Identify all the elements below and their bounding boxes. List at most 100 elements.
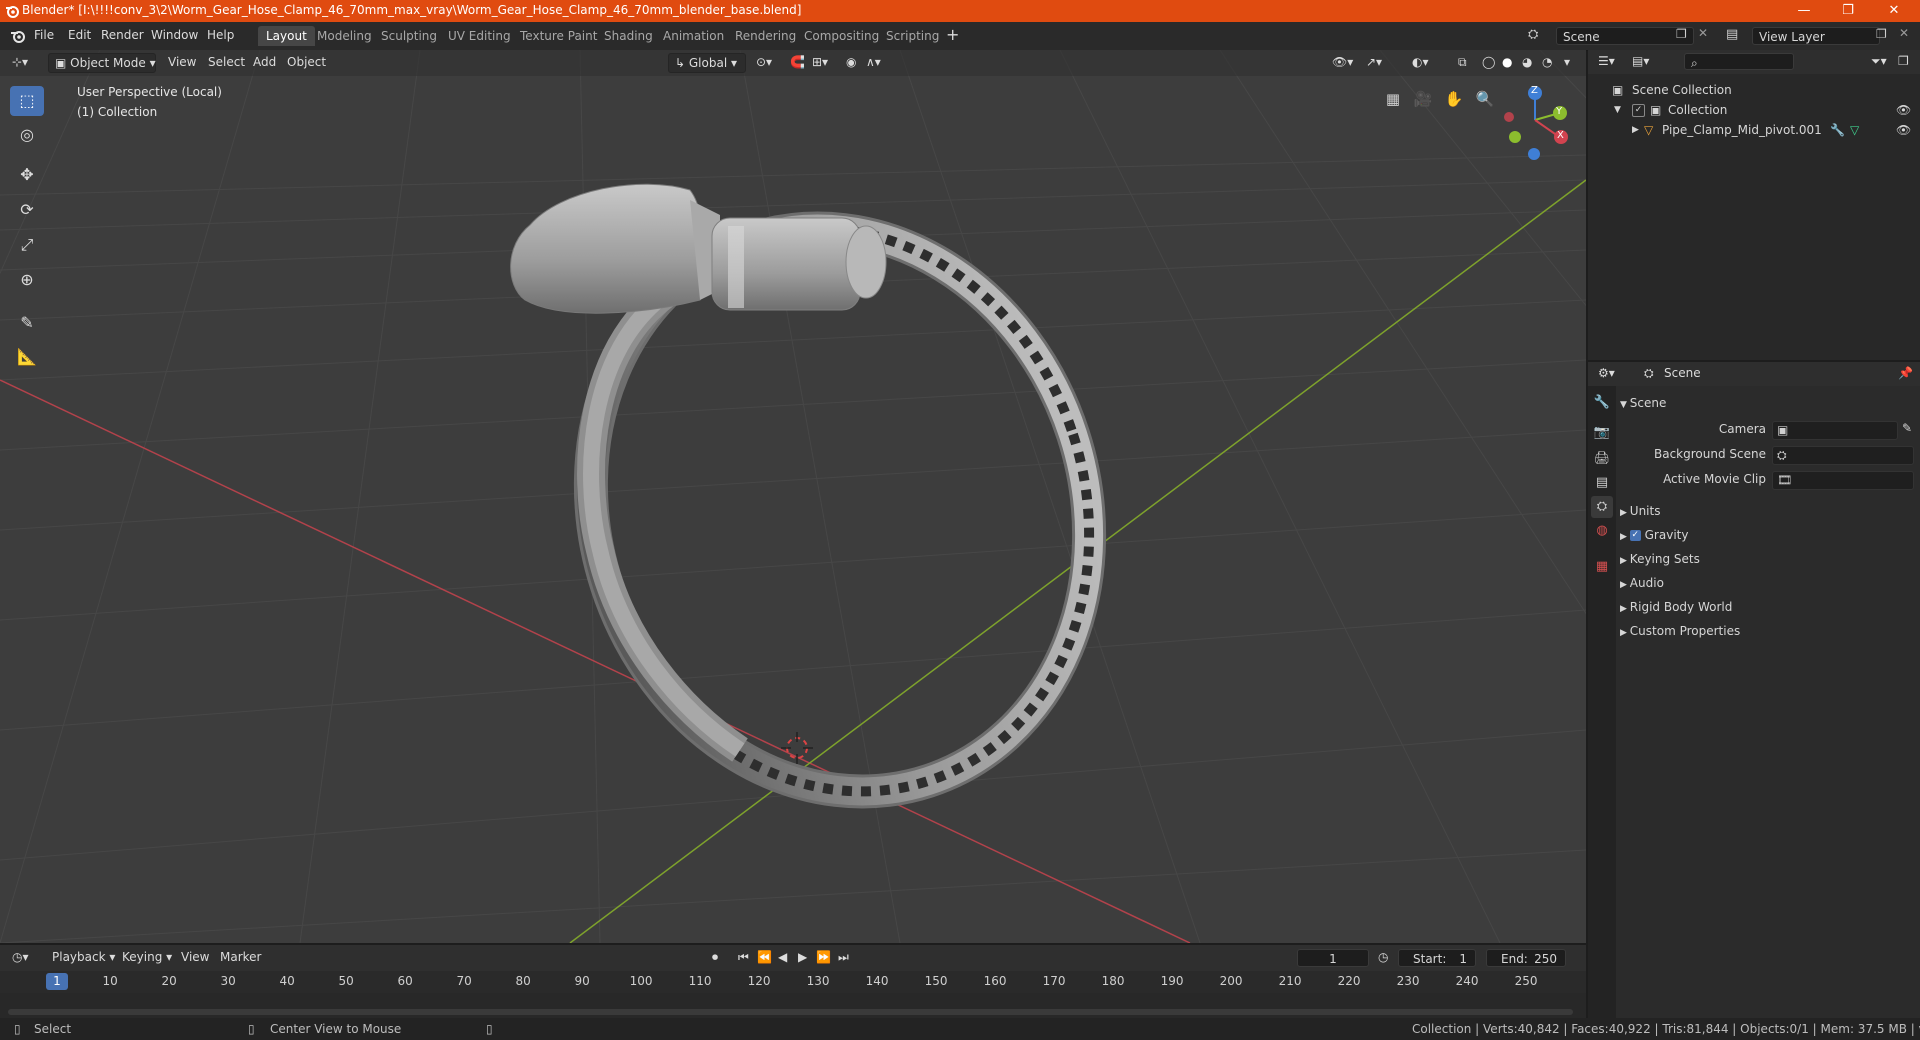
keying-sets-section[interactable]: ▶ Keying Sets bbox=[1620, 548, 1916, 570]
timeline-ruler[interactable]: 1 10 20 30 40 50 60 70 80 90 100 110 120 130 140 150 160… bbox=[0, 971, 1586, 993]
maximize-button[interactable]: ❐ bbox=[1826, 0, 1870, 22]
background-scene-field[interactable]: ⛭ bbox=[1772, 446, 1914, 465]
mesh-data-icon[interactable]: ▽ bbox=[1850, 120, 1859, 140]
scene-tab-icon[interactable]: ⛭ bbox=[1591, 496, 1613, 518]
proportional-edit-icon[interactable]: ◉ bbox=[846, 55, 856, 69]
output-tab-icon[interactable]: 🖨 bbox=[1591, 448, 1613, 470]
object-menu[interactable]: Object bbox=[287, 55, 326, 69]
collection-row[interactable]: ▼ ✓ ▣ Collection 👁 bbox=[1588, 100, 1920, 120]
filter-icon[interactable]: ⏷▾ bbox=[1871, 54, 1887, 69]
new-view-layer-icon[interactable]: ❐ bbox=[1876, 27, 1887, 41]
active-movie-clip-field[interactable]: 🎞 bbox=[1772, 471, 1914, 490]
tab-shading[interactable]: Shading bbox=[596, 26, 661, 46]
blender-menu-icon[interactable] bbox=[10, 28, 26, 44]
object-row[interactable]: ▶ ▽ Pipe_Clamp_Mid_pivot.001 🔧 ▽ 👁 bbox=[1588, 120, 1920, 140]
delete-scene-icon[interactable]: ✕ bbox=[1698, 26, 1708, 40]
object-visibility-icon[interactable]: 👁 bbox=[1896, 120, 1911, 140]
collection-checkbox[interactable]: ✓ bbox=[1632, 104, 1645, 117]
snap-target-icon[interactable]: ⊞▾ bbox=[812, 55, 828, 69]
camera-field[interactable]: ▣ bbox=[1772, 421, 1898, 440]
close-button[interactable]: ✕ bbox=[1872, 0, 1916, 22]
view-layer-tab-icon[interactable]: ▤ bbox=[1591, 472, 1613, 494]
pin-icon[interactable]: 📌 bbox=[1898, 366, 1913, 380]
toggle-grid-icon[interactable]: ▦ bbox=[1380, 86, 1406, 112]
tab-layout[interactable]: Layout bbox=[258, 26, 315, 46]
menu-window[interactable]: Window bbox=[151, 28, 198, 42]
rigid-body-world-section[interactable]: ▶ Rigid Body World bbox=[1620, 596, 1916, 618]
overlays-icon[interactable]: ◐▾ bbox=[1412, 55, 1429, 69]
tab-texture-paint[interactable]: Texture Paint bbox=[512, 26, 605, 46]
display-mode-icon[interactable]: ▤▾ bbox=[1632, 54, 1649, 68]
render-tab-icon[interactable]: 📷 bbox=[1591, 422, 1613, 444]
visibility-icon[interactable]: 👁▾ bbox=[1332, 55, 1353, 69]
tab-uv-editing[interactable]: UV Editing bbox=[440, 26, 519, 46]
minimize-button[interactable]: — bbox=[1782, 0, 1826, 22]
record-icon[interactable]: ⏺ bbox=[712, 950, 718, 965]
pivot-icon[interactable]: ⊙▾ bbox=[756, 55, 772, 69]
tab-modeling[interactable]: Modeling bbox=[309, 26, 380, 46]
xray-icon[interactable]: ⧉ bbox=[1458, 55, 1467, 70]
modifier-wrench-icon[interactable]: 🔧 bbox=[1830, 120, 1845, 140]
wireframe-shading-icon[interactable]: ◯ bbox=[1482, 55, 1495, 69]
camera-view-icon[interactable]: 🎥 bbox=[1410, 86, 1436, 112]
end-frame-field[interactable]: End: 250 bbox=[1486, 949, 1566, 967]
texture-tab-icon[interactable]: ▦ bbox=[1591, 556, 1613, 578]
gravity-section[interactable]: ▶ ✓ Gravity bbox=[1620, 524, 1916, 546]
gizmo-toggle-icon[interactable]: ↗▾ bbox=[1366, 55, 1382, 69]
play-reverse-icon[interactable]: ◀ bbox=[778, 950, 787, 964]
outliner-search-input[interactable]: ⌕ bbox=[1684, 53, 1794, 70]
auto-keying-clock-icon[interactable]: ◷ bbox=[1378, 950, 1388, 964]
scene-section-header[interactable]: ▼ Scene bbox=[1620, 392, 1916, 414]
tab-sculpting[interactable]: Sculpting bbox=[373, 26, 445, 46]
outliner-editor-icon[interactable]: ☰▾ bbox=[1598, 54, 1615, 68]
expand-arrow-icon[interactable]: ▶ bbox=[1632, 120, 1639, 140]
timeline-view-menu[interactable]: View bbox=[181, 950, 209, 964]
cursor-tool-icon[interactable]: ◎ bbox=[10, 120, 44, 150]
move-tool-icon[interactable]: ✥ bbox=[10, 160, 44, 190]
select-box-tool-icon[interactable]: ⬚ bbox=[10, 86, 44, 116]
viewport-scene[interactable] bbox=[0, 50, 1586, 943]
tab-animation[interactable]: Animation bbox=[655, 26, 732, 46]
scale-tool-icon[interactable]: ⤢ bbox=[10, 230, 44, 260]
properties-editor-icon[interactable]: ⚙▾ bbox=[1598, 366, 1615, 380]
gravity-checkbox[interactable]: ✓ bbox=[1629, 530, 1641, 541]
audio-section[interactable]: ▶ Audio bbox=[1620, 572, 1916, 594]
new-collection-icon[interactable]: ❐ bbox=[1898, 54, 1909, 68]
shading-options-icon[interactable]: ▾ bbox=[1564, 55, 1570, 69]
annotate-tool-icon[interactable]: ✎ bbox=[10, 308, 44, 338]
snap-icon[interactable]: 🧲 bbox=[790, 55, 805, 69]
prev-keyframe-icon[interactable]: ⏪ bbox=[757, 950, 772, 964]
view-menu[interactable]: View bbox=[168, 55, 196, 69]
rendered-shading-icon[interactable]: ◔ bbox=[1542, 55, 1552, 69]
world-tab-icon[interactable]: ◍ bbox=[1591, 520, 1613, 542]
view-layer-selector[interactable]: View Layer bbox=[1752, 27, 1880, 45]
playback-menu[interactable]: Playback ▾ bbox=[52, 950, 115, 964]
tab-compositing[interactable]: Compositing bbox=[796, 26, 887, 46]
zoom-icon[interactable]: 🔍 bbox=[1472, 86, 1498, 112]
scene-selector[interactable]: Scene bbox=[1556, 27, 1694, 45]
scene-collection-row[interactable]: ▣ Scene Collection bbox=[1588, 80, 1920, 100]
play-icon[interactable]: ▶ bbox=[798, 950, 807, 964]
eyedropper-icon[interactable]: ✎ bbox=[1902, 421, 1912, 435]
select-menu[interactable]: Select bbox=[208, 55, 245, 69]
units-section[interactable]: ▶ Units bbox=[1620, 500, 1916, 522]
editor-type-icon[interactable]: ⊹▾ bbox=[12, 55, 28, 69]
timeline-scrollbar[interactable] bbox=[8, 1009, 1573, 1015]
menu-help[interactable]: Help bbox=[207, 28, 234, 42]
object-mode-dropdown[interactable]: ▣ Object Mode ▾ bbox=[48, 53, 156, 73]
measure-tool-icon[interactable]: 📐 bbox=[10, 342, 44, 372]
tab-rendering[interactable]: Rendering bbox=[727, 26, 804, 46]
tool-tab-icon[interactable]: 🔧 bbox=[1591, 392, 1613, 414]
jump-end-icon[interactable]: ⏭ bbox=[838, 950, 849, 965]
keying-menu[interactable]: Keying ▾ bbox=[122, 950, 172, 964]
next-keyframe-icon[interactable]: ⏩ bbox=[816, 950, 831, 964]
new-scene-icon[interactable]: ❐ bbox=[1676, 27, 1687, 41]
timeline-editor-icon[interactable]: ◷▾ bbox=[12, 950, 29, 964]
orientation-dropdown[interactable]: ↳ Global ▾ bbox=[668, 53, 746, 73]
material-shading-icon[interactable]: ◕ bbox=[1522, 55, 1532, 69]
falloff-icon[interactable]: ∧▾ bbox=[866, 55, 881, 69]
jump-start-icon[interactable]: ⏮ bbox=[738, 950, 749, 965]
menu-file[interactable]: File bbox=[34, 28, 54, 42]
menu-edit[interactable]: Edit bbox=[68, 28, 91, 42]
collapse-arrow-icon[interactable]: ▼ bbox=[1614, 100, 1621, 120]
